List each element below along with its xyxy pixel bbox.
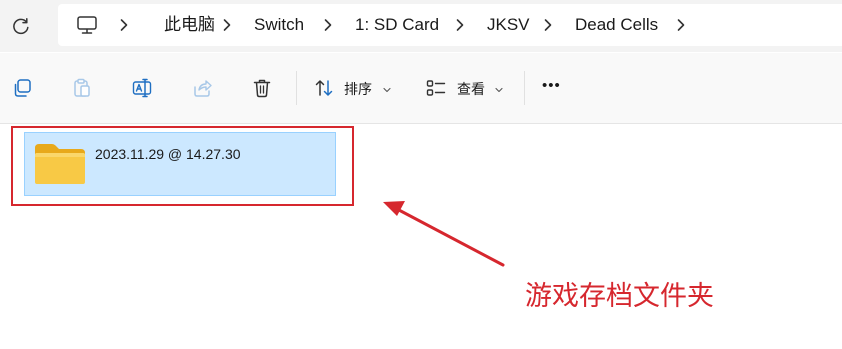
toolbar-divider: [0, 123, 842, 124]
chevron-down-icon[interactable]: [383, 87, 391, 93]
refresh-icon: [13, 18, 29, 35]
breadcrumb-dead-cells[interactable]: Dead Cells: [575, 15, 658, 35]
chevron-right-icon[interactable]: [118, 17, 130, 33]
command-bar: 排序 查看 •••: [0, 53, 842, 123]
file-explorer-window: 此电脑 Switch 1: SD Card JKSV Dead Cells 排序…: [0, 0, 842, 349]
chevron-right-icon[interactable]: [454, 17, 466, 33]
delete-icon[interactable]: [251, 77, 273, 99]
address-bar-row: 此电脑 Switch 1: SD Card JKSV Dead Cells: [0, 0, 842, 52]
annotation-highlight-box: [11, 126, 354, 206]
breadcrumb-jksv[interactable]: JKSV: [487, 15, 530, 35]
more-options-button[interactable]: •••: [542, 77, 561, 95]
breadcrumb-this-pc[interactable]: 此电脑: [164, 15, 215, 35]
computer-icon[interactable]: [76, 14, 98, 36]
annotation-arrow-icon: [383, 201, 505, 267]
view-button-label[interactable]: 查看: [457, 80, 485, 98]
share-icon[interactable]: [191, 77, 213, 99]
chevron-right-icon[interactable]: [221, 17, 233, 33]
breadcrumb-switch[interactable]: Switch: [254, 15, 304, 35]
chevron-right-icon[interactable]: [322, 17, 334, 33]
paste-icon[interactable]: [71, 77, 93, 99]
sort-icon[interactable]: [313, 77, 335, 99]
chevron-down-icon[interactable]: [495, 87, 503, 93]
copy-icon[interactable]: [11, 77, 33, 99]
toolbar-separator: [524, 71, 525, 105]
toolbar-separator: [296, 71, 297, 105]
rename-icon[interactable]: [131, 77, 153, 99]
chevron-right-icon[interactable]: [542, 17, 554, 33]
annotation-label: 游戏存档文件夹: [525, 281, 714, 311]
chevron-right-icon[interactable]: [675, 17, 687, 33]
refresh-button[interactable]: [8, 13, 34, 39]
breadcrumb-sd-card[interactable]: 1: SD Card: [355, 15, 439, 35]
view-icon[interactable]: [425, 77, 447, 99]
sort-button-label[interactable]: 排序: [344, 80, 372, 98]
address-bar[interactable]: 此电脑 Switch 1: SD Card JKSV Dead Cells: [58, 4, 842, 46]
